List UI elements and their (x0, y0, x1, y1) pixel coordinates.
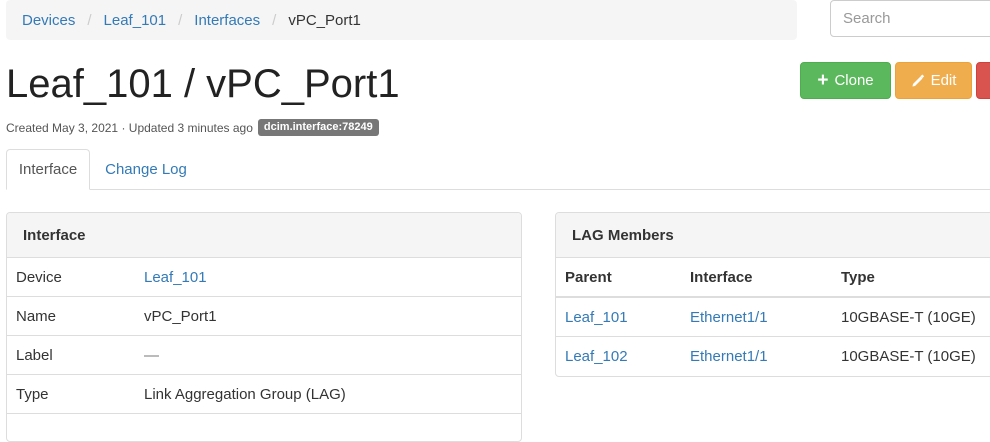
interface-link[interactable]: Ethernet1/1 (690, 348, 768, 365)
edit-button-label: Edit (930, 72, 957, 89)
tab-bar: Interface Change Log (6, 149, 990, 190)
attr-key: Type (16, 385, 49, 403)
column-header-type: Type (841, 268, 875, 286)
parent-link[interactable]: Leaf_102 (565, 348, 628, 365)
type-cell: 10GBASE-T (10GE) (841, 308, 976, 326)
breadcrumb: Devices / Leaf_101 / Interfaces / vPC_Po… (6, 0, 797, 40)
attr-key: Name (16, 307, 57, 325)
attr-key: Label (16, 346, 53, 364)
attr-value: vPC_Port1 (144, 307, 217, 325)
breadcrumb-separator: / (87, 11, 92, 29)
search-input[interactable] (830, 0, 990, 37)
attr-value: Link Aggregation Group (LAG) (144, 385, 346, 403)
attr-row-device: Device Leaf_101 (7, 258, 521, 297)
clone-button-label: Clone (834, 72, 874, 89)
breadcrumb-current: vPC_Port1 (288, 11, 361, 29)
attr-value: — (144, 346, 159, 364)
interface-link[interactable]: Ethernet1/1 (690, 309, 768, 326)
clone-button[interactable]: + Clone (800, 62, 891, 99)
page-title: Leaf_101 / vPC_Port1 (6, 62, 400, 106)
pencil-icon (912, 73, 924, 86)
breadcrumb-interfaces[interactable]: Interfaces (194, 12, 260, 29)
attr-row-type: Type Link Aggregation Group (LAG) (7, 375, 521, 414)
plus-icon: + (817, 70, 829, 91)
column-header-interface: Interface (690, 268, 753, 286)
delete-button[interactable] (976, 62, 990, 99)
breadcrumb-devices[interactable]: Devices (22, 12, 75, 29)
table-row: Leaf_102 Ethernet1/1 10GBASE-T (10GE) (556, 337, 990, 376)
attr-row-name: Name vPC_Port1 (7, 297, 521, 336)
interface-panel-heading: Interface (7, 213, 521, 258)
created-label: Created (6, 120, 49, 135)
tab-change-log[interactable]: Change Log (92, 149, 200, 190)
object-id-badge: dcim.interface:78249 (257, 119, 379, 136)
table-row: Leaf_101 Ethernet1/1 10GBASE-T (10GE) (556, 298, 990, 337)
breadcrumb-device[interactable]: Leaf_101 (104, 12, 167, 29)
device-link[interactable]: Leaf_101 (144, 269, 207, 286)
attr-row-label: Label — (7, 336, 521, 375)
table-header: Parent Interface Type (556, 258, 990, 298)
column-header-parent: Parent (565, 268, 612, 286)
attr-key: Device (16, 268, 62, 286)
meta-divider: · (121, 120, 126, 135)
edit-button[interactable]: Edit (895, 62, 972, 99)
lag-members-panel: LAG Members Parent Interface Type Leaf_1… (555, 212, 990, 377)
type-cell: 10GBASE-T (10GE) (841, 348, 976, 365)
breadcrumb-separator: / (178, 11, 183, 29)
updated-label: Updated (128, 120, 175, 135)
object-meta: Created May 3, 2021 · Updated 3 minutes … (6, 119, 379, 136)
parent-link[interactable]: Leaf_101 (565, 309, 628, 326)
lag-members-panel-heading: LAG Members (556, 213, 990, 258)
interface-panel: Interface Device Leaf_101 Name vPC_Port1… (6, 212, 522, 442)
updated-value: 3 minutes ago (177, 120, 253, 135)
tab-interface[interactable]: Interface (6, 149, 90, 190)
created-date: May 3, 2021 (52, 120, 119, 135)
breadcrumb-separator: / (272, 11, 277, 29)
